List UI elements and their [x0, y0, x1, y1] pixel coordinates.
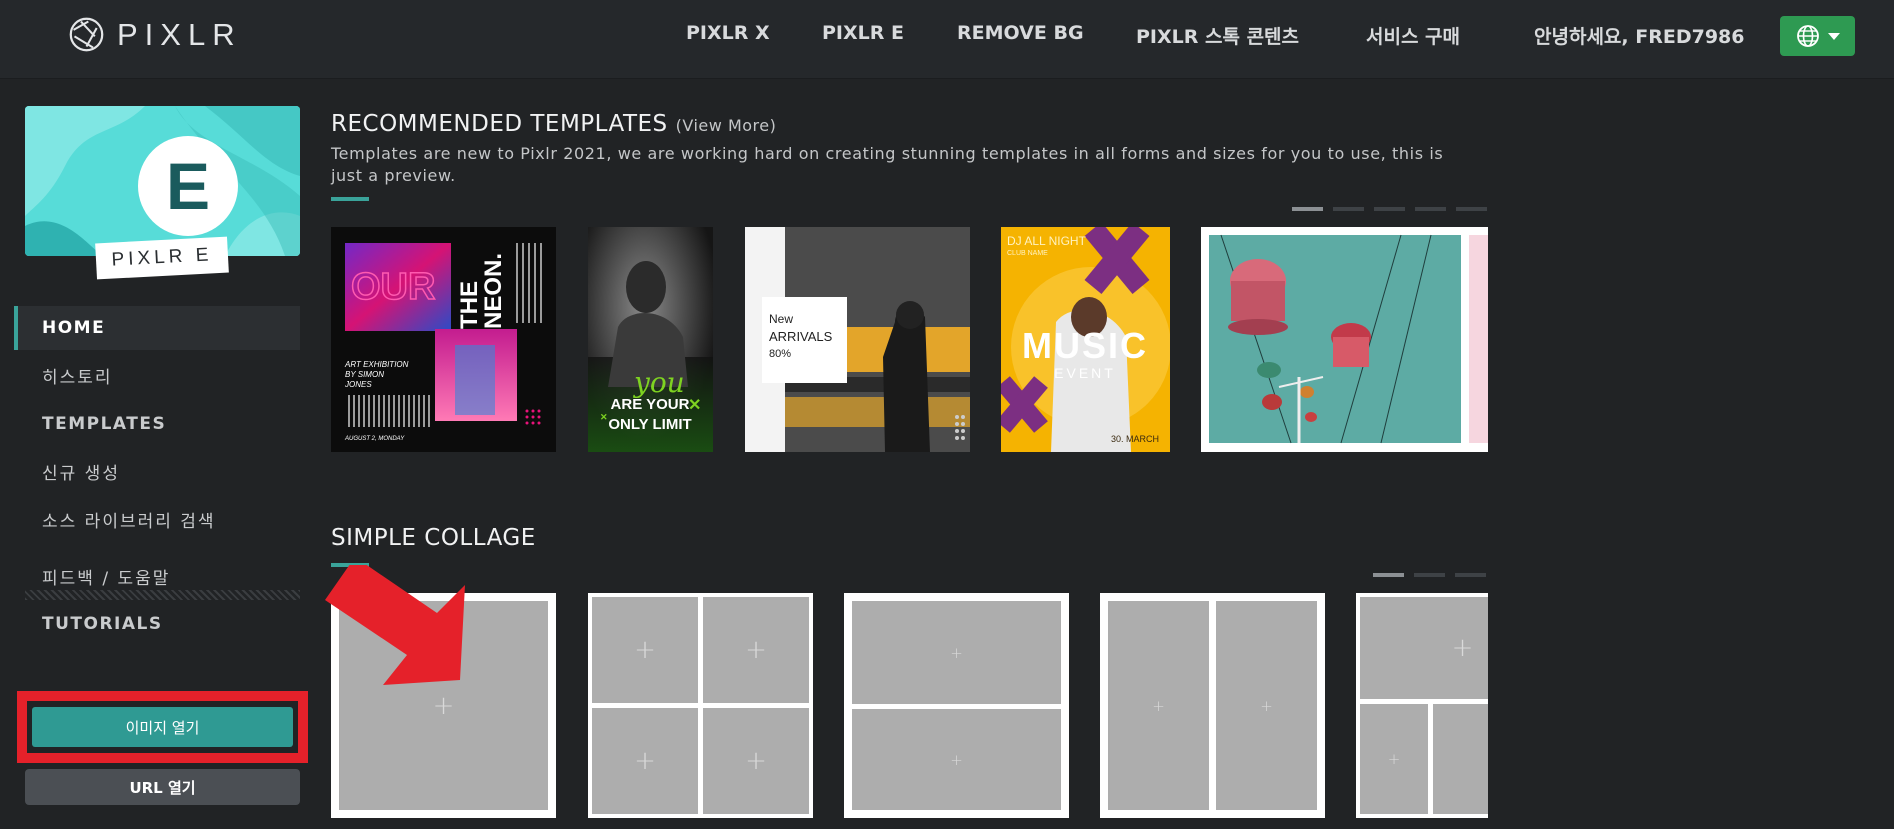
nav-stock-content[interactable]: PIXLR 스톡 콘텐츠 [1136, 22, 1299, 49]
nav-remove-bg[interactable]: REMOVE BG [957, 22, 1084, 44]
app-letter: E [138, 136, 238, 236]
templates-pager[interactable] [1292, 207, 1487, 211]
collage-two-columns[interactable]: + + [1100, 593, 1325, 818]
pager-dot[interactable] [1414, 573, 1445, 577]
collage-cell[interactable]: + [703, 708, 809, 814]
collage-two-rows[interactable]: + + [844, 593, 1069, 818]
logo-text: PIXLR [117, 16, 242, 52]
collage-cell[interactable]: + [1216, 601, 1317, 810]
pager-dot[interactable] [1373, 573, 1404, 577]
pager-dot[interactable] [1455, 573, 1486, 577]
music-text-music: MUSIC [1022, 325, 1148, 366]
template-arrivals-art: New ARRIVALS 80% [745, 227, 970, 452]
template-music-art: DJ ALL NIGHT CLUB NAME MUSIC EVENT 30. M… [1001, 227, 1170, 452]
sidebar-item-source-library[interactable]: 소스 라이브러리 검색 [14, 497, 300, 541]
collage-cell[interactable]: + [703, 597, 809, 703]
app-card-pixlr-e[interactable]: E [25, 106, 300, 256]
templates-description: Templates are new to Pixlr 2021, we are … [331, 144, 1444, 185]
collage-cell[interactable]: + [1360, 597, 1488, 699]
red-arrow-annotation [325, 565, 465, 685]
view-more-link[interactable]: (View More) [676, 116, 777, 135]
nav-user-greeting[interactable]: 안녕하세요, FRED7986 [1534, 22, 1744, 49]
app-tag: PIXLR E [95, 236, 229, 280]
sidebar-item-tutorials[interactable]: TUTORIALS [14, 602, 300, 646]
collage-grid-2x2[interactable]: + + + + [588, 593, 813, 818]
neon-text-by: BY SIMON [345, 370, 384, 379]
template-card-arrivals[interactable]: New ARRIVALS 80% [745, 227, 970, 452]
template-card-music[interactable]: DJ ALL NIGHT CLUB NAME MUSIC EVENT 30. M… [1001, 227, 1170, 452]
arrivals-text-new: New [769, 312, 793, 326]
chevron-down-icon [1827, 32, 1840, 40]
aperture-icon [69, 17, 104, 52]
sidebar-item-new[interactable]: 신규 생성 [14, 449, 300, 493]
nav-purchase[interactable]: 서비스 구매 [1366, 22, 1460, 49]
language-button[interactable] [1780, 16, 1855, 56]
neon-text-exhibition: ART EXHIBITION [344, 360, 409, 369]
collage-pager[interactable] [1373, 573, 1486, 577]
pager-dot[interactable] [1415, 207, 1446, 211]
open-url-button[interactable]: URL 열기 [25, 769, 300, 805]
collage-cell[interactable]: + [852, 601, 1061, 704]
pager-dot[interactable] [1333, 207, 1364, 211]
templates-title: RECOMMENDED TEMPLATES [331, 111, 668, 137]
collage-top-two-bottom[interactable]: + + + [1356, 593, 1488, 818]
globe-icon [1796, 25, 1819, 47]
fitness-text-you: you [632, 366, 685, 399]
cross-icon: ✕ [688, 397, 701, 414]
sidebar-item-home[interactable]: HOME [14, 306, 300, 350]
neon-text-our: OUR [351, 266, 435, 308]
fitness-text-limit: ONLY LIMIT [608, 416, 691, 433]
neon-text-date: AUGUST 2, MONDAY [344, 436, 405, 442]
templates-heading: RECOMMENDED TEMPLATES (View More) [331, 111, 776, 137]
open-image-button[interactable]: 이미지 열기 [32, 707, 293, 747]
top-bar: PIXLR PIXLR X PIXLR E REMOVE BG PIXLR 스톡… [0, 0, 1894, 79]
sidebar-item-history[interactable]: 히스토리 [14, 353, 300, 397]
collage-cell[interactable]: + [592, 597, 698, 703]
template-gondola-art [1209, 234, 1488, 444]
cross-icon: ✕ [600, 412, 608, 422]
music-text-club: CLUB NAME [1007, 250, 1048, 257]
collage-cell[interactable]: + [1108, 601, 1209, 810]
pixlr-logo[interactable]: PIXLR [68, 16, 242, 53]
nav-pixlr-e[interactable]: PIXLR E [822, 22, 904, 44]
template-fitness-art: you ARE YOUR ONLY LIMIT ✕ ✕ [588, 227, 713, 452]
collage-cell[interactable]: + [1433, 704, 1488, 814]
nav-pixlr-x[interactable]: PIXLR X [686, 22, 770, 44]
pager-dot[interactable] [1456, 207, 1487, 211]
collage-title: SIMPLE COLLAGE [331, 525, 536, 551]
neon-text-neon: NEON. [480, 253, 507, 329]
pager-dot[interactable] [1292, 207, 1323, 211]
music-text-dj: DJ ALL NIGHT [1007, 234, 1087, 248]
music-text-date: 30. MARCH [1111, 434, 1159, 444]
collage-cell[interactable]: + [1360, 704, 1428, 814]
neon-text-jones: JONES [344, 380, 372, 389]
fitness-text-are: ARE YOUR [611, 396, 690, 413]
neon-text-the: THE [456, 281, 483, 329]
template-card-fitness[interactable]: you ARE YOUR ONLY LIMIT ✕ ✕ [588, 227, 713, 452]
sidebar-item-templates[interactable]: TEMPLATES [14, 402, 300, 446]
music-text-event: EVENT [1054, 365, 1116, 381]
template-neon-art: OUR THE NEON. ART EXHIBITION BY SIMON JO… [344, 243, 542, 442]
collage-cell[interactable]: + [852, 709, 1061, 810]
template-card-neon[interactable]: OUR THE NEON. ART EXHIBITION BY SIMON JO… [331, 227, 556, 452]
templates-underline [331, 197, 369, 201]
collage-cell[interactable]: + [592, 708, 698, 814]
template-card-gondola[interactable] [1201, 227, 1488, 452]
divider [25, 590, 300, 600]
arrivals-text-80: 80% [769, 348, 791, 360]
arrivals-text-arrivals: ARRIVALS [769, 329, 833, 344]
pager-dot[interactable] [1374, 207, 1405, 211]
